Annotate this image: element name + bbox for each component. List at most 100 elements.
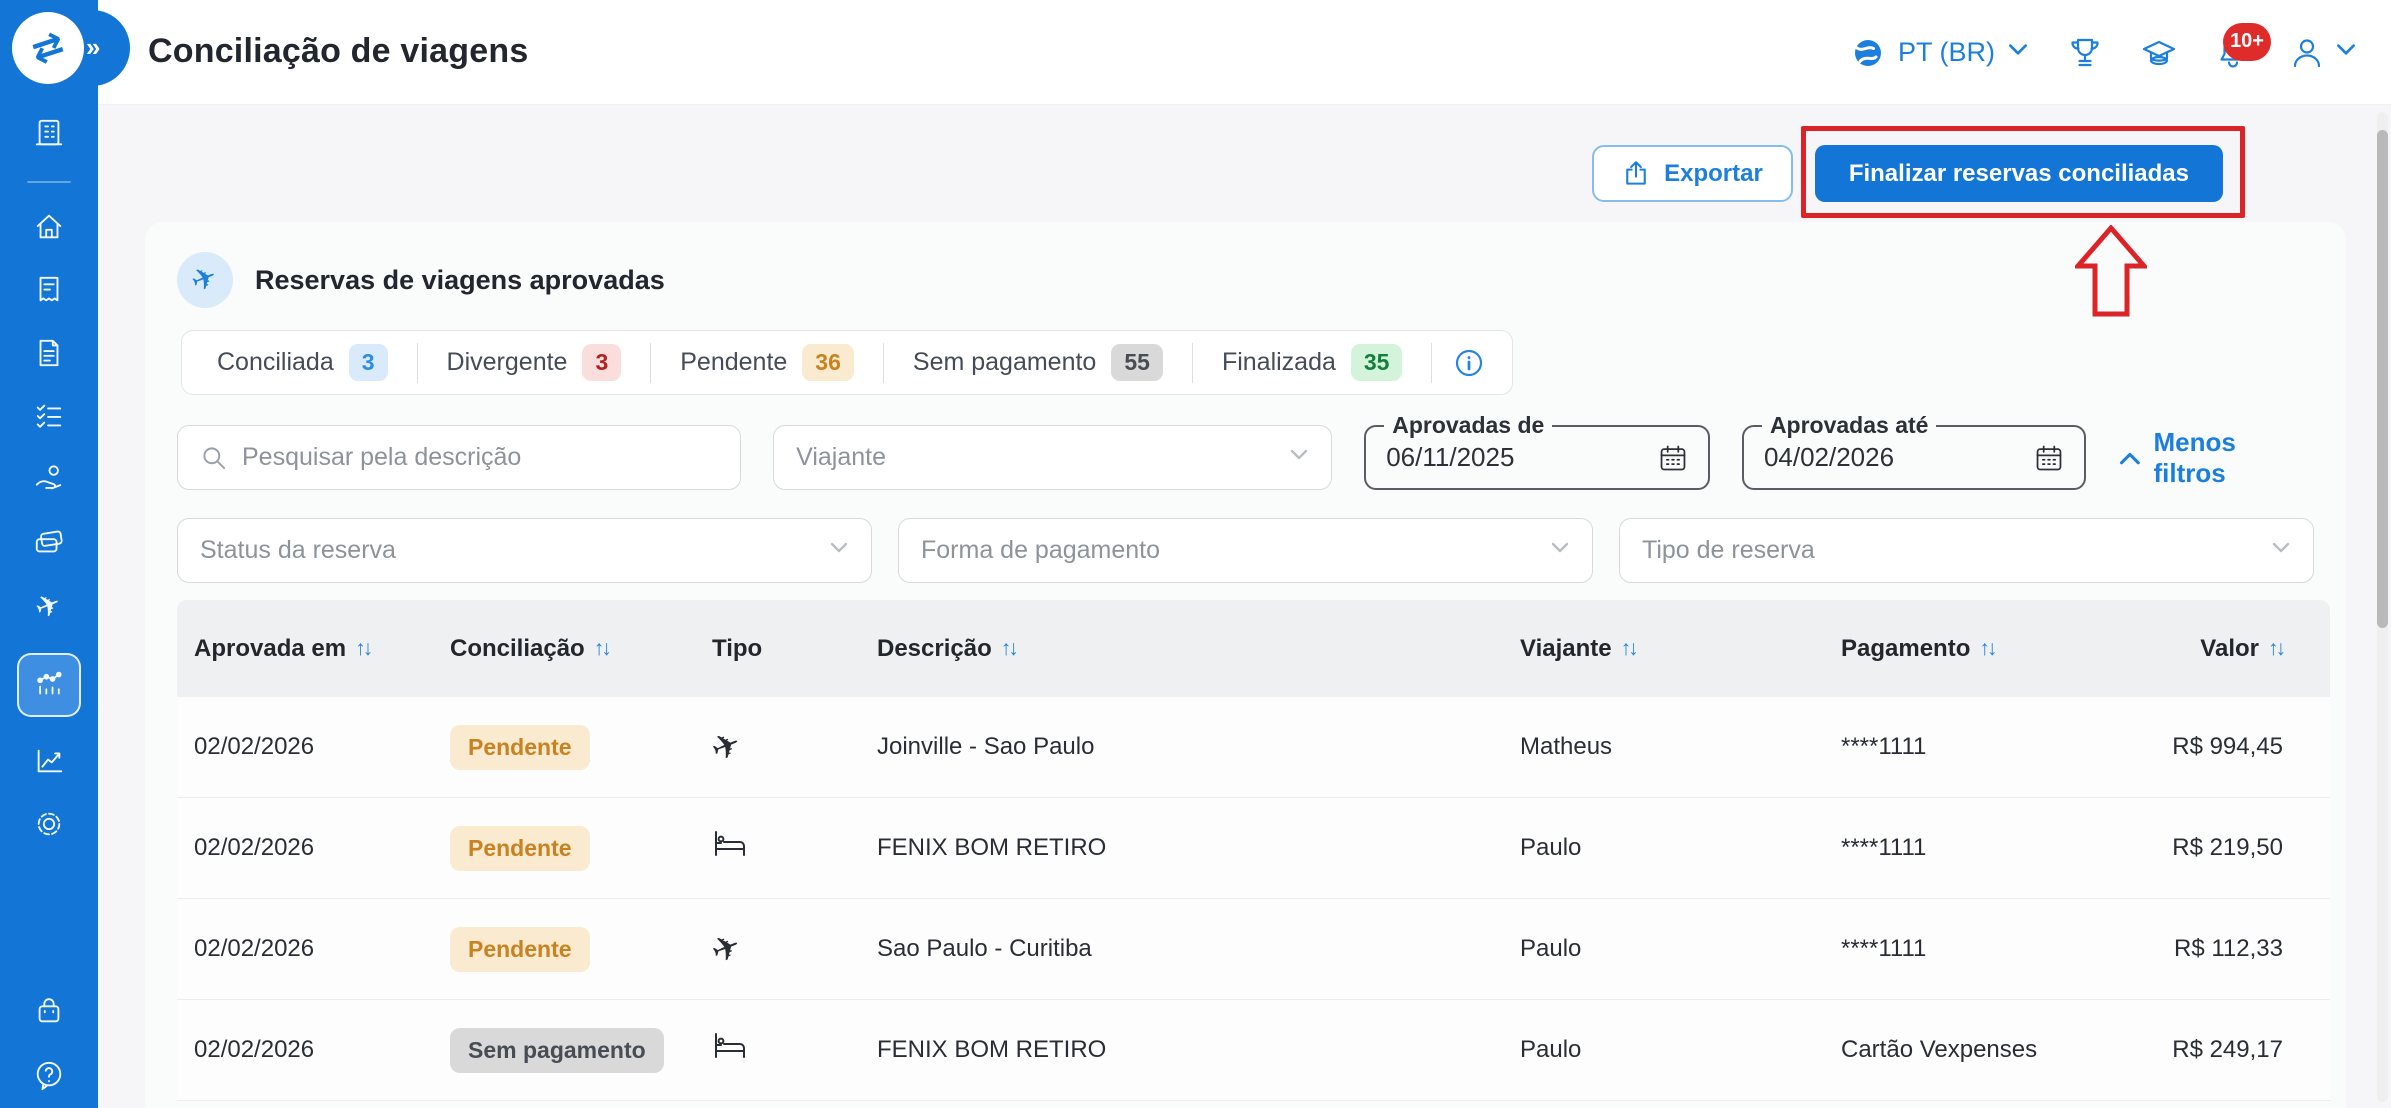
tab-count-badge: 55 (1111, 344, 1163, 381)
sort-icon[interactable]: ↑↓ (1979, 637, 1994, 661)
scrollbar-thumb[interactable] (2377, 130, 2388, 628)
sidebar-item-analytics[interactable] (17, 746, 81, 780)
page-actions: Exportar Finalizar reservas conciliadas (1592, 145, 2223, 202)
column-pagamento[interactable]: Pagamento↑↓ (1841, 635, 2163, 663)
sidebar-item-cards[interactable] (17, 527, 81, 561)
chevron-down-icon (2271, 538, 2291, 563)
tab-label: Divergente (447, 348, 568, 377)
cell-status: Pendente (450, 927, 712, 972)
payment-method-select[interactable]: Forma de pagamento (898, 518, 1593, 583)
status-badge: Pendente (450, 927, 590, 972)
table-row[interactable]: 02/02/2026 Pendente ✈ Sao Paulo - Curiti… (177, 899, 2330, 1000)
sidebar-item-home[interactable] (17, 212, 81, 246)
tab-finalizada[interactable]: Finalizada 35 (1193, 343, 1433, 383)
plane-circle-icon: ✈ (177, 252, 233, 308)
sidebar-item-store[interactable] (17, 996, 81, 1030)
cell-status: Sem pagamento (450, 1028, 712, 1073)
sort-icon[interactable]: ↑↓ (1001, 637, 1016, 661)
reservation-type-placeholder: Tipo de reserva (1642, 536, 1815, 565)
chevron-down-icon (2335, 39, 2357, 66)
page-title: Conciliação de viagens (148, 32, 528, 71)
export-button-label: Exportar (1664, 160, 1763, 188)
table-row[interactable]: 02/02/2026 Pendente FENIX BOM RETIRO Pau… (177, 798, 2330, 899)
plane-icon: ✈ (712, 727, 877, 767)
gear-icon (33, 808, 65, 845)
sort-icon[interactable]: ↑↓ (2268, 637, 2283, 661)
vexpenses-logo[interactable]: ⇄ (12, 12, 84, 84)
document-icon (33, 337, 65, 374)
tab-label: Finalizada (1222, 348, 1336, 377)
sidebar-nav: ✈ (0, 118, 98, 843)
sidebar-expand-button[interactable]: » (86, 34, 100, 60)
reservations-table: Aprovada em↑↓ Conciliação↑↓ Tipo Descriç… (177, 600, 2330, 1101)
tab-pendente[interactable]: Pendente 36 (651, 343, 884, 383)
notifications-button[interactable]: 10+ (2215, 35, 2251, 71)
main-content: Exportar Finalizar reservas conciliadas … (98, 105, 2391, 1108)
tab-sem-pagamento[interactable]: Sem pagamento 55 (884, 343, 1193, 383)
reservation-status-placeholder: Status da reserva (200, 536, 396, 565)
reservation-status-select[interactable]: Status da reserva (177, 518, 872, 583)
filters-row-1: Viajante Aprovadas de 06/11/2025 Aprovad… (177, 425, 2314, 490)
column-tipo: Tipo (712, 635, 877, 663)
academy-button[interactable] (2141, 35, 2177, 71)
finalize-reconciled-reservations-button[interactable]: Finalizar reservas conciliadas (1815, 145, 2223, 202)
tab-count-badge: 3 (582, 344, 621, 381)
sidebar-item-approvals[interactable] (17, 401, 81, 435)
user-icon (2289, 35, 2325, 71)
cell-value: R$ 994,45 (2163, 733, 2283, 761)
traveler-select-placeholder: Viajante (796, 443, 886, 472)
sidebar-item-travel[interactable]: ✈ (17, 590, 81, 624)
sidebar-item-receipts[interactable] (17, 275, 81, 309)
column-descricao[interactable]: Descrição↑↓ (877, 635, 1520, 663)
payment-method-placeholder: Forma de pagamento (921, 536, 1160, 565)
cell-value: R$ 219,50 (2163, 834, 2283, 862)
sidebar-bottom-nav (0, 996, 98, 1094)
topbar: Conciliação de viagens PT (BR) 10+ (98, 0, 2391, 105)
status-badge: Sem pagamento (450, 1028, 664, 1073)
sidebar-item-settings[interactable] (17, 809, 81, 843)
traveler-select[interactable]: Viajante (773, 425, 1332, 490)
cards-icon (33, 526, 65, 563)
tab-conciliada[interactable]: Conciliada 3 (188, 343, 418, 383)
shopping-bag-icon (33, 995, 65, 1032)
reservation-type-select[interactable]: Tipo de reserva (1619, 518, 2314, 583)
swap-arrows-icon: ⇄ (27, 25, 69, 71)
sidebar-item-reports[interactable] (17, 338, 81, 372)
tab-divergente[interactable]: Divergente 3 (418, 343, 652, 383)
language-label: PT (BR) (1898, 37, 1995, 68)
status-badge: Pendente (450, 826, 590, 871)
export-button[interactable]: Exportar (1592, 145, 1793, 202)
cell-approved-date: 02/02/2026 (194, 834, 450, 862)
table-row[interactable]: 02/02/2026 Sem pagamento FENIX BOM RETIR… (177, 1000, 2330, 1101)
profile-menu[interactable] (2289, 35, 2357, 71)
cell-approved-date: 02/02/2026 (194, 1036, 450, 1064)
language-selector[interactable]: PT (BR) (1850, 35, 2029, 71)
sort-icon[interactable]: ↑↓ (594, 637, 609, 661)
cell-payment: Cartão Vexpenses (1841, 1036, 2163, 1064)
sort-icon[interactable]: ↑↓ (355, 637, 370, 661)
checklist-icon (33, 400, 65, 437)
sidebar-item-company[interactable] (17, 118, 81, 152)
sidebar-item-travel-reconciliation-active[interactable] (17, 653, 81, 717)
description-search-input[interactable] (242, 443, 718, 472)
chevron-down-icon (829, 538, 849, 563)
cell-status: Pendente (450, 725, 712, 770)
info-icon[interactable] (1432, 348, 1506, 378)
sidebar-item-help[interactable] (17, 1060, 81, 1094)
trophy-button[interactable] (2067, 35, 2103, 71)
column-valor[interactable]: Valor↑↓ (2163, 635, 2283, 663)
approved-reservations-card: ✈ Reservas de viagens aprovadas Concilia… (145, 222, 2346, 1108)
column-conciliacao[interactable]: Conciliação↑↓ (450, 635, 712, 663)
approved-until-date-field[interactable]: Aprovadas até 04/02/2026 (1742, 425, 2086, 490)
sidebar: ⇄ » (0, 0, 98, 1108)
table-row[interactable]: 02/02/2026 Pendente ✈ Joinville - Sao Pa… (177, 697, 2330, 798)
approved-from-date-field[interactable]: Aprovadas de 06/11/2025 (1364, 425, 1710, 490)
cell-approved-date: 02/02/2026 (194, 733, 450, 761)
table-header: Aprovada em↑↓ Conciliação↑↓ Tipo Descriç… (177, 600, 2330, 697)
sidebar-item-reimbursements[interactable] (17, 464, 81, 498)
column-aprovada-em[interactable]: Aprovada em↑↓ (194, 635, 450, 663)
sort-icon[interactable]: ↑↓ (1621, 637, 1636, 661)
tab-label: Pendente (680, 348, 787, 377)
less-filters-toggle[interactable]: Menos filtros (2118, 427, 2314, 489)
column-viajante[interactable]: Viajante↑↓ (1520, 635, 1841, 663)
